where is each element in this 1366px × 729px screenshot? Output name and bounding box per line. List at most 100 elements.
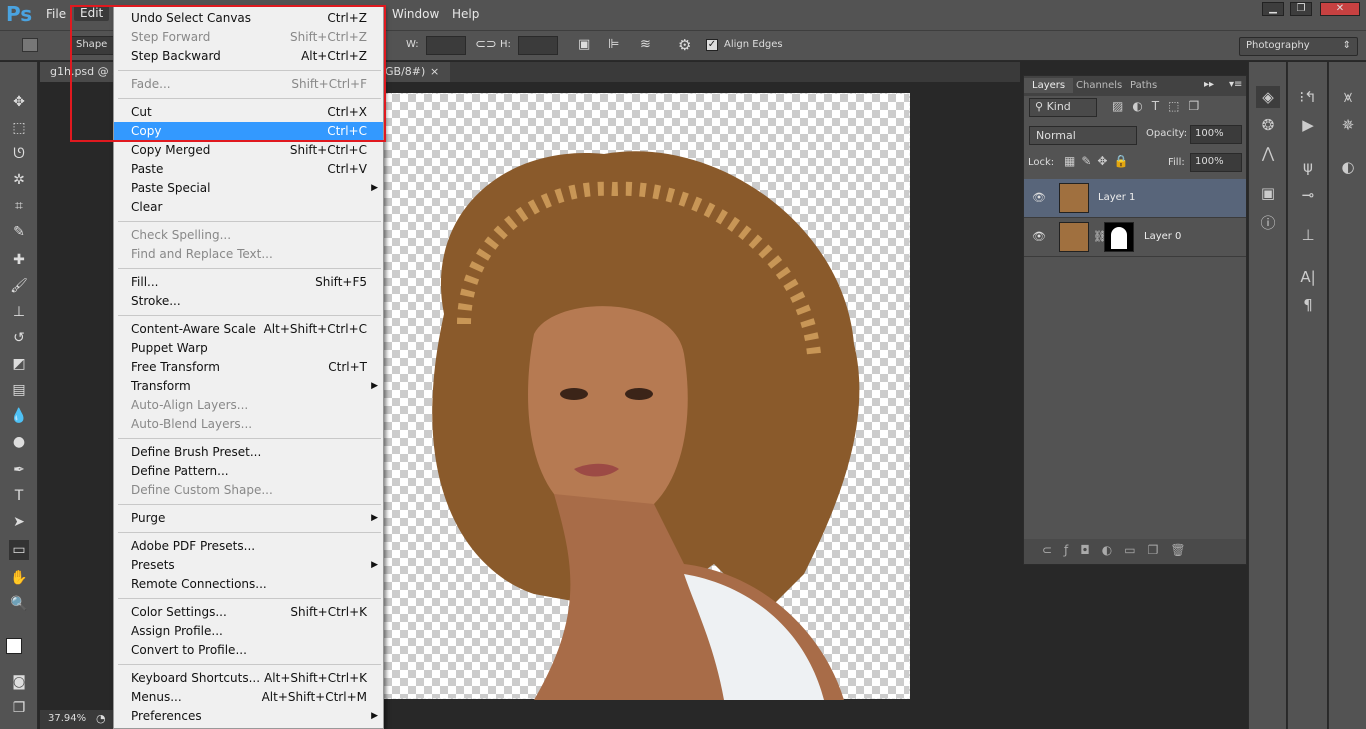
tab-paths[interactable]: Paths — [1122, 78, 1165, 93]
menu-item-define-pattern[interactable]: Define Pattern... — [114, 462, 383, 481]
status-info-icon[interactable]: ◔ — [96, 712, 106, 725]
visibility-eye-icon[interactable]: 👁 — [1032, 191, 1046, 204]
menu-item-shortcut: Alt+Shift+Ctrl+C — [263, 322, 367, 336]
3d-panel-icon[interactable]: ▣ — [1256, 182, 1280, 204]
paths-panel-icon[interactable]: ⋀ — [1256, 142, 1280, 164]
foreground-color-swatch[interactable] — [6, 638, 22, 654]
filter-icons[interactable]: ▨◐T⬚❐ — [1112, 99, 1208, 113]
gear-icon[interactable]: ⚙ — [678, 36, 691, 54]
menu-item-preferences[interactable]: Preferences ▶ — [114, 707, 383, 726]
brush-tool-icon[interactable]: 🖌 — [9, 276, 29, 296]
history-panel-icon[interactable]: ⁝↰ — [1296, 86, 1320, 108]
layer-row[interactable]: 👁 ⛓ Layer 0 — [1024, 218, 1246, 257]
blur-tool-icon[interactable]: 💧 — [9, 406, 29, 426]
menu-item-convert-to-profile[interactable]: Convert to Profile... — [114, 641, 383, 660]
menu-item-fill[interactable]: Fill... Shift+F5 — [114, 273, 383, 292]
path-alignment-icon[interactable]: ⊫ — [608, 37, 619, 52]
close-tab-icon[interactable]: × — [430, 65, 439, 78]
tab-channels[interactable]: Channels — [1068, 78, 1130, 93]
stamp-tool-icon[interactable]: ⊥ — [9, 302, 29, 322]
menu-item-paste[interactable]: Paste Ctrl+V — [114, 160, 383, 179]
width-input[interactable] — [426, 36, 466, 55]
opacity-input[interactable]: 100% — [1190, 125, 1242, 144]
panel-collapse-icon[interactable]: ▸▸ — [1204, 79, 1214, 90]
clone-source-icon[interactable]: ⊥ — [1296, 224, 1320, 246]
paragraph-panel-icon[interactable]: ¶ — [1296, 294, 1320, 316]
info-icon[interactable]: ⓘ — [1256, 212, 1280, 234]
histogram-icon[interactable]: ⩙ — [1336, 86, 1360, 108]
workspace-select[interactable]: Photography ⇕ — [1239, 37, 1358, 56]
menu-help[interactable]: Help — [446, 6, 485, 22]
close-button[interactable]: ✕ — [1320, 2, 1360, 16]
link-icon[interactable]: ⊂⊃ — [475, 37, 497, 52]
visibility-eye-icon[interactable]: 👁 — [1032, 230, 1046, 243]
menu-item-assign-profile[interactable]: Assign Profile... — [114, 622, 383, 641]
menu-item-remote-connections[interactable]: Remote Connections... — [114, 575, 383, 594]
panel-menu-icon[interactable]: ▾≡ — [1229, 79, 1242, 90]
gradient-tool-icon[interactable]: ▤ — [9, 380, 29, 400]
tab-layers[interactable]: Layers — [1024, 78, 1074, 93]
filter-kind-select[interactable]: ⚲ Kind — [1029, 98, 1097, 117]
menu-item-puppet-warp[interactable]: Puppet Warp — [114, 339, 383, 358]
pen-tool-icon[interactable]: ✒ — [9, 460, 29, 480]
path-arrangement-icon[interactable]: ≋ — [640, 37, 651, 52]
magic-wand-tool-icon[interactable]: ✲ — [9, 170, 29, 190]
menu-item-copy-merged[interactable]: Copy Merged Shift+Ctrl+C — [114, 141, 383, 160]
actions-panel-icon[interactable]: ▶ — [1296, 114, 1320, 136]
eyedropper-tool-icon[interactable]: ✎ — [9, 222, 29, 242]
align-edges-checkbox[interactable]: ✓ — [706, 39, 718, 51]
minimize-button[interactable]: ▁ — [1262, 2, 1284, 16]
lasso-tool-icon[interactable]: ᘎ — [9, 144, 29, 164]
zoom-level[interactable]: 37.94% — [48, 713, 86, 724]
screen-mode-icon[interactable]: ❐ — [9, 698, 29, 718]
brush-presets-icon[interactable]: ⊸ — [1296, 184, 1320, 206]
history-brush-tool-icon[interactable]: ↺ — [9, 328, 29, 348]
menu-item-transform[interactable]: Transform ▶ — [114, 377, 383, 396]
marquee-tool-icon[interactable]: ⬚ — [9, 118, 29, 138]
brushes-panel-icon[interactable]: ψ — [1296, 156, 1320, 178]
adjustments-icon[interactable]: ◐ — [1336, 156, 1360, 178]
height-input[interactable] — [518, 36, 558, 55]
menu-item-color-settings[interactable]: Color Settings... Shift+Ctrl+K — [114, 603, 383, 622]
menu-item-adobe-pdf-presets[interactable]: Adobe PDF Presets... — [114, 537, 383, 556]
zoom-tool-icon[interactable]: 🔍 — [9, 594, 29, 614]
menu-file[interactable]: File — [40, 6, 72, 22]
type-tool-icon[interactable]: T — [9, 486, 29, 506]
layers-footer-buttons[interactable]: ⊂ƒ◘◐▭❐🗑 — [1024, 539, 1246, 564]
menu-item-presets[interactable]: Presets ▶ — [114, 556, 383, 575]
menu-item-define-brush-preset[interactable]: Define Brush Preset... — [114, 443, 383, 462]
layer-mask-thumbnail[interactable] — [1104, 222, 1134, 252]
restore-button[interactable]: ❐ — [1290, 2, 1312, 16]
document-canvas[interactable] — [383, 93, 910, 700]
fill-input[interactable]: 100% — [1190, 153, 1242, 172]
menu-item-free-transform[interactable]: Free Transform Ctrl+T — [114, 358, 383, 377]
crop-tool-icon[interactable]: ⌗ — [9, 196, 29, 216]
blend-mode-select[interactable]: Normal — [1029, 126, 1137, 145]
rectangle-shape-tool-icon[interactable]: ▭ — [9, 540, 29, 560]
menu-item-menus[interactable]: Menus... Alt+Shift+Ctrl+M — [114, 688, 383, 707]
lock-icons[interactable]: ▦✎✥🔒 — [1064, 154, 1134, 168]
path-selection-tool-icon[interactable]: ➤ — [9, 512, 29, 532]
menu-item-purge[interactable]: Purge ▶ — [114, 509, 383, 528]
dodge-tool-icon[interactable]: ● — [9, 432, 29, 452]
menu-window[interactable]: Window — [386, 6, 445, 22]
navigator-icon[interactable]: ✵ — [1336, 114, 1360, 136]
quick-mask-icon[interactable]: ◙ — [9, 672, 29, 692]
layer-name[interactable]: Layer 0 — [1144, 231, 1181, 242]
eraser-tool-icon[interactable]: ◩ — [9, 354, 29, 374]
menu-item-clear[interactable]: Clear — [114, 198, 383, 217]
healing-brush-tool-icon[interactable]: ✚ — [9, 250, 29, 270]
menu-item-keyboard-shortcuts[interactable]: Keyboard Shortcuts... Alt+Shift+Ctrl+K — [114, 669, 383, 688]
layer-row[interactable]: 👁 Layer 1 — [1024, 179, 1246, 218]
hand-tool-icon[interactable]: ✋ — [9, 568, 29, 588]
layer-name[interactable]: Layer 1 — [1098, 192, 1135, 203]
rectangle-tool-icon[interactable] — [22, 38, 38, 52]
path-operations-icon[interactable]: ▣ — [578, 37, 590, 52]
menu-item-paste-special[interactable]: Paste Special ▶ — [114, 179, 383, 198]
menu-item-content-aware-scale[interactable]: Content-Aware Scale Alt+Shift+Ctrl+C — [114, 320, 383, 339]
layers-panel-icon[interactable]: ◈ — [1256, 86, 1280, 108]
move-tool-icon[interactable]: ✥ — [9, 92, 29, 112]
menu-item-stroke[interactable]: Stroke... — [114, 292, 383, 311]
character-panel-icon[interactable]: A| — [1296, 266, 1320, 288]
channels-panel-icon[interactable]: ❂ — [1256, 114, 1280, 136]
